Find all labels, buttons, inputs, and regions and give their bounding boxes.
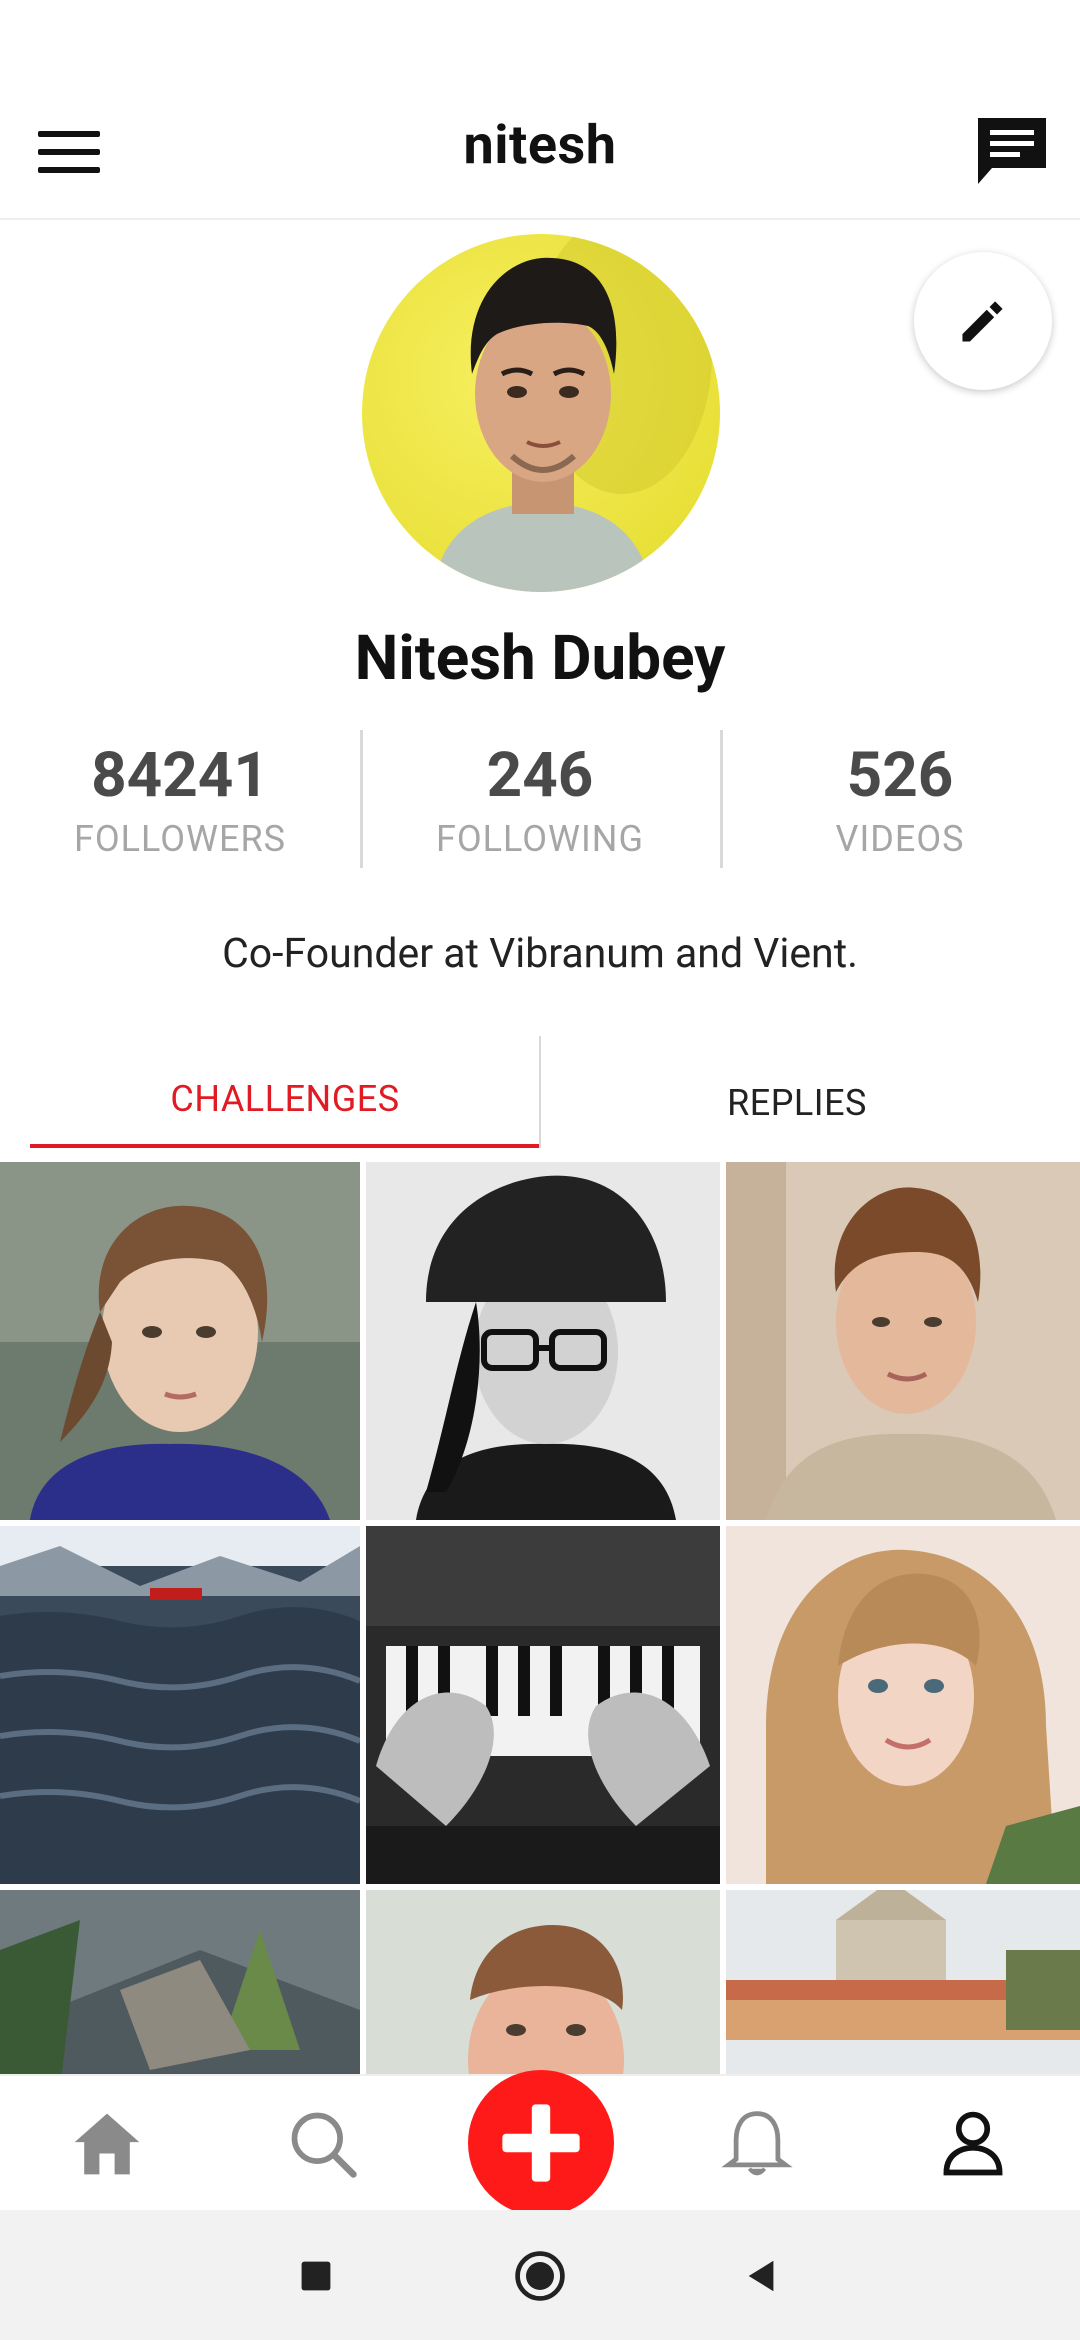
video-thumbnail[interactable] — [726, 1526, 1080, 1884]
chat-message-icon[interactable] — [974, 116, 1050, 188]
video-thumbnail[interactable] — [0, 1526, 360, 1884]
followers-count: 84241 — [91, 739, 269, 812]
video-thumbnail[interactable] — [0, 1890, 360, 2074]
video-thumbnail[interactable] — [0, 1162, 360, 1520]
video-thumbnail[interactable] — [366, 1890, 720, 2074]
video-thumbnail[interactable] — [726, 1162, 1080, 1520]
triangle-back-icon[interactable] — [732, 2246, 792, 2306]
plus-add-icon — [502, 2104, 580, 2182]
video-thumbnail[interactable] — [366, 1162, 720, 1520]
tab-replies[interactable]: REPLIES — [542, 1036, 1052, 1148]
profile-name: Nitesh Dubey — [354, 622, 726, 695]
profile-tabs: CHALLENGES REPLIES — [0, 1036, 1080, 1148]
video-thumbnail[interactable] — [366, 1526, 720, 1884]
stat-following[interactable]: 246 FOLLOWING — [360, 730, 720, 870]
circle-home-icon[interactable] — [510, 2246, 570, 2306]
square-recents-icon[interactable] — [286, 2246, 346, 2306]
home-icon[interactable] — [62, 2104, 152, 2184]
videos-count: 526 — [846, 739, 954, 812]
videos-label: VIDEOS — [835, 818, 965, 860]
app-header: nitesh — [0, 80, 1080, 220]
pencil-edit-icon — [962, 301, 1003, 342]
profile-bio: Co-Founder at Vibranum and Vient. — [222, 930, 858, 978]
video-thumbnail[interactable] — [726, 1890, 1080, 2074]
edit-profile-button[interactable] — [914, 252, 1052, 390]
avatar[interactable] — [362, 234, 720, 592]
following-label: FOLLOWING — [435, 818, 644, 860]
search-icon[interactable] — [278, 2104, 368, 2184]
tab-challenges[interactable]: CHALLENGES — [30, 1036, 540, 1148]
status-bar — [0, 0, 1080, 80]
bell-notification-icon[interactable] — [712, 2104, 802, 2184]
stat-followers[interactable]: 84241 FOLLOWERS — [0, 730, 360, 870]
page-title: nitesh — [463, 114, 617, 177]
following-count: 246 — [486, 739, 594, 812]
stat-videos[interactable]: 526 VIDEOS — [720, 730, 1080, 870]
profile-person-icon[interactable] — [928, 2104, 1018, 2184]
profile-stats: 84241 FOLLOWERS 246 FOLLOWING 526 VIDEOS — [0, 730, 1080, 870]
system-nav-bar — [0, 2210, 1080, 2340]
add-video-button[interactable] — [468, 2070, 614, 2216]
followers-label: FOLLOWERS — [73, 818, 287, 860]
tab-divider — [539, 1036, 541, 1148]
video-grid — [0, 1162, 1080, 2074]
